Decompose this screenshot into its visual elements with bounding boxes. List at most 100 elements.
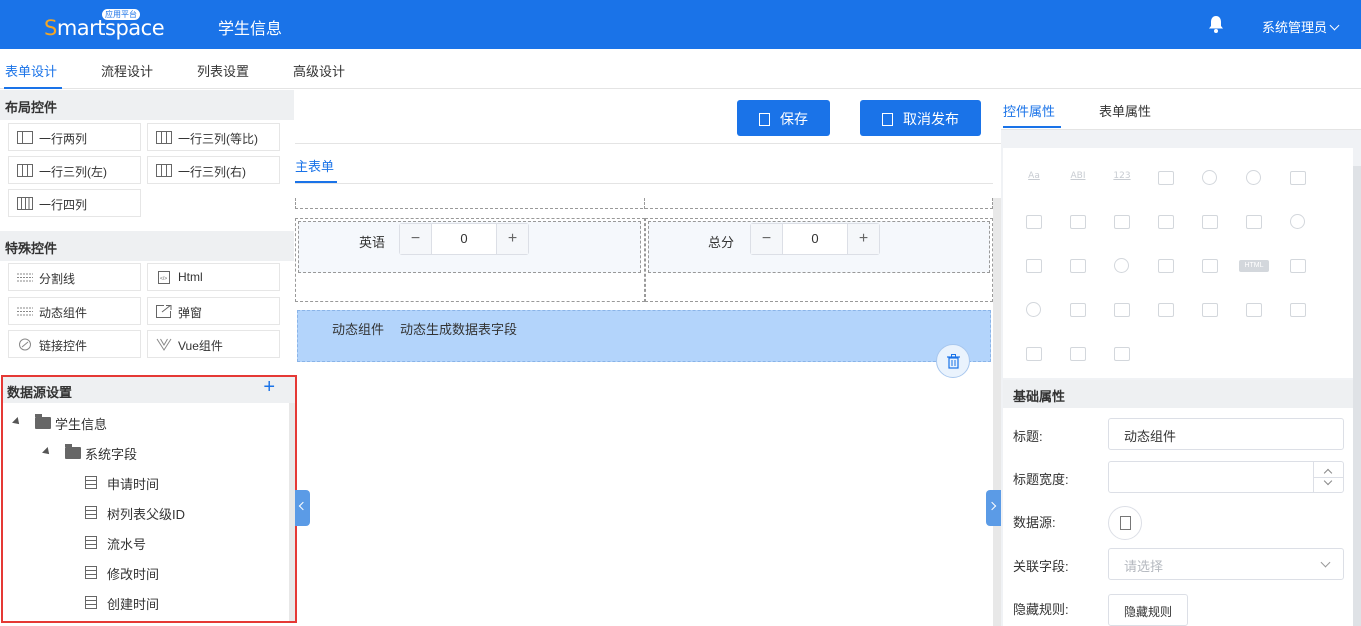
control-one-row-three-cols-equal[interactable]: 一行三列(等比) bbox=[147, 123, 280, 151]
popup-icon bbox=[156, 305, 172, 318]
file-icon[interactable] bbox=[1025, 258, 1043, 274]
title-input[interactable]: 动态组件 bbox=[1108, 418, 1344, 450]
signature-icon[interactable] bbox=[1201, 214, 1219, 230]
decrement-button[interactable]: − bbox=[400, 224, 432, 254]
tree-node-root[interactable]: 学生信息 bbox=[12, 414, 213, 434]
document-icon[interactable] bbox=[1245, 214, 1263, 230]
image-icon[interactable] bbox=[1069, 258, 1087, 274]
main-tabs: 表单设计 流程设计 列表设置 高级设计 bbox=[0, 49, 1361, 89]
decrement-button[interactable]: − bbox=[751, 224, 783, 254]
tree-field-item[interactable]: 创建时间 bbox=[85, 594, 285, 614]
control-popup[interactable]: 弹窗 bbox=[147, 297, 280, 325]
barcode-icon[interactable] bbox=[1289, 258, 1307, 274]
save-button[interactable]: 保存 bbox=[737, 100, 830, 136]
user-menu[interactable]: 系统管理员 bbox=[1262, 17, 1340, 36]
add-datasource-plus-icon[interactable]: + bbox=[263, 377, 275, 399]
file-box bbox=[1026, 259, 1042, 273]
divider-icon[interactable] bbox=[1113, 302, 1131, 318]
tab-active-indicator bbox=[4, 87, 62, 89]
datasource-picker-button[interactable] bbox=[1108, 506, 1142, 540]
control-one-row-two-cols[interactable]: 一行两列 bbox=[8, 123, 141, 151]
properties-tabs: 控件属性 表单属性 bbox=[1001, 90, 1361, 130]
field-icon bbox=[85, 596, 97, 609]
textarea-icon[interactable]: ABI bbox=[1069, 170, 1087, 186]
control-one-row-four-cols[interactable]: 一行四列 bbox=[8, 189, 141, 217]
checkbox-icon[interactable] bbox=[1289, 170, 1307, 186]
hide-rule-button[interactable]: 隐藏规则 bbox=[1108, 594, 1188, 626]
qrcode-icon[interactable] bbox=[1113, 346, 1131, 362]
tab-form-properties[interactable]: 表单属性 bbox=[1099, 101, 1151, 120]
tab-list-settings[interactable]: 列表设置 bbox=[197, 61, 249, 80]
dynamic-component-block[interactable]: 动态组件 动态生成数据表字段 bbox=[297, 310, 991, 362]
number-icon[interactable]: 123 bbox=[1113, 170, 1131, 186]
number-spinner[interactable] bbox=[1313, 462, 1343, 492]
total-value[interactable]: 0 bbox=[783, 231, 847, 246]
settings-file-icon[interactable] bbox=[1289, 302, 1307, 318]
id-card-icon[interactable] bbox=[1201, 258, 1219, 274]
collapse-right-panel-button[interactable] bbox=[986, 490, 1001, 526]
canvas-scrollbar[interactable] bbox=[993, 198, 1001, 626]
increment-button[interactable]: + bbox=[496, 224, 528, 254]
control-vue[interactable]: Vue组件 bbox=[147, 330, 280, 358]
control-one-row-three-cols-left[interactable]: 一行三列(左) bbox=[8, 156, 141, 184]
chevron-down-icon[interactable] bbox=[1323, 476, 1333, 486]
control-divider[interactable]: 分割线 bbox=[8, 263, 141, 291]
stamp-icon[interactable] bbox=[1157, 302, 1175, 318]
link-icon[interactable] bbox=[1289, 214, 1307, 230]
note-icon[interactable] bbox=[1069, 346, 1087, 362]
text-icon[interactable]: Aa bbox=[1025, 170, 1043, 186]
toggle-icon[interactable] bbox=[1025, 302, 1043, 318]
related-field-select[interactable]: 请选择 bbox=[1108, 548, 1344, 580]
control-label: 一行四列 bbox=[39, 198, 88, 212]
barcode-box bbox=[1290, 259, 1306, 273]
org-tree-icon[interactable] bbox=[1157, 258, 1175, 274]
collapse-left-panel-button[interactable] bbox=[295, 490, 310, 526]
copy-icon[interactable] bbox=[1069, 214, 1087, 230]
unpublish-button[interactable]: 取消发布 bbox=[860, 100, 981, 136]
control-html[interactable]: </> Html bbox=[147, 263, 280, 291]
control-one-row-three-cols-right[interactable]: 一行三列(右) bbox=[147, 156, 280, 184]
calendar-icon[interactable] bbox=[1157, 170, 1175, 186]
tab-main-form[interactable]: 主表单 bbox=[295, 156, 334, 175]
tree-field-item[interactable]: 流水号 bbox=[85, 534, 285, 554]
tree-field-item[interactable]: 修改时间 bbox=[85, 564, 285, 584]
copy-form-icon[interactable] bbox=[1201, 302, 1219, 318]
expand-arrow-icon[interactable] bbox=[12, 417, 22, 427]
tab-form-design[interactable]: 表单设计 bbox=[5, 61, 57, 80]
link-icon bbox=[19, 338, 31, 351]
layout-controls-header: 布局控件 bbox=[0, 90, 294, 120]
bell-icon[interactable] bbox=[1208, 15, 1226, 33]
delete-trash-icon[interactable] bbox=[936, 344, 970, 378]
control-dynamic-component[interactable]: 动态组件 bbox=[8, 297, 141, 325]
tab-advanced-design[interactable]: 高级设计 bbox=[293, 61, 345, 80]
table-icon[interactable] bbox=[1069, 302, 1087, 318]
control-link[interactable]: 链接控件 bbox=[8, 330, 141, 358]
expand-arrow-icon[interactable] bbox=[42, 447, 52, 457]
properties-scrollbar[interactable] bbox=[1353, 166, 1361, 626]
tree-node-group[interactable]: 系统字段 bbox=[42, 444, 243, 464]
logo[interactable]: Smartspace 应用平台 bbox=[44, 9, 165, 42]
tree-field-item[interactable]: 申请时间 bbox=[85, 474, 285, 494]
basic-properties-header: 基础属性 bbox=[1003, 380, 1353, 408]
increment-button[interactable]: + bbox=[847, 224, 879, 254]
english-value[interactable]: 0 bbox=[432, 231, 496, 246]
tree-field-item[interactable]: 树列表父级ID bbox=[85, 504, 285, 524]
subform-icon[interactable] bbox=[1113, 214, 1131, 230]
ocr-icon[interactable] bbox=[1025, 346, 1043, 362]
total-stepper[interactable]: − 0 + bbox=[750, 223, 880, 255]
field-icon bbox=[85, 566, 97, 579]
cascade-icon[interactable] bbox=[1157, 214, 1175, 230]
radio-icon[interactable] bbox=[1245, 170, 1263, 186]
english-stepper[interactable]: − 0 + bbox=[399, 223, 529, 255]
top-bar: Smartspace 应用平台 学生信息 系统管理员 bbox=[0, 0, 1361, 49]
clock-icon[interactable] bbox=[1201, 170, 1219, 186]
tab-flow-design[interactable]: 流程设计 bbox=[101, 61, 153, 80]
gallery-icon[interactable] bbox=[1245, 302, 1263, 318]
html-icon[interactable]: HTML bbox=[1239, 258, 1269, 274]
tab-control-properties[interactable]: 控件属性 bbox=[1003, 101, 1055, 120]
user-icon[interactable] bbox=[1113, 258, 1131, 274]
title-width-input[interactable] bbox=[1108, 461, 1344, 493]
select-icon[interactable] bbox=[1025, 214, 1043, 230]
tree-field-label: 创建时间 bbox=[107, 597, 160, 612]
control-label: Vue组件 bbox=[178, 339, 223, 353]
